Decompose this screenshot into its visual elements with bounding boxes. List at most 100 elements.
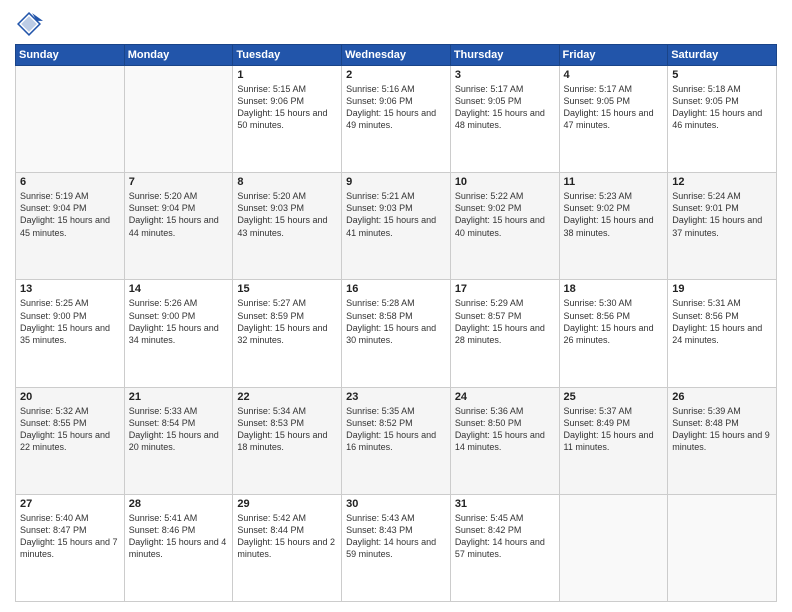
day-number: 13 [20, 283, 120, 295]
page: SundayMondayTuesdayWednesdayThursdayFrid… [0, 0, 792, 612]
calendar-cell: 25 Sunrise: 5:37 AMSunset: 8:49 PMDayligh… [559, 387, 668, 494]
weekday-header-monday: Monday [124, 45, 233, 66]
day-number: 23 [346, 391, 446, 403]
week-row-5: 27 Sunrise: 5:40 AMSunset: 8:47 PMDayligh… [16, 494, 777, 601]
day-number: 1 [237, 69, 337, 81]
day-number: 16 [346, 283, 446, 295]
calendar-cell: 16 Sunrise: 5:28 AMSunset: 8:58 PMDayligh… [342, 280, 451, 387]
cell-info: Sunrise: 5:19 AMSunset: 9:04 PMDaylight:… [20, 190, 120, 239]
calendar-cell: 20 Sunrise: 5:32 AMSunset: 8:55 PMDayligh… [16, 387, 125, 494]
day-number: 2 [346, 69, 446, 81]
week-row-2: 6Sunrise: 5:19 AMSunset: 9:04 PMDaylight… [16, 173, 777, 280]
calendar-cell [559, 494, 668, 601]
day-number: 27 [20, 498, 120, 510]
calendar: SundayMondayTuesdayWednesdayThursdayFrid… [15, 44, 777, 602]
calendar-cell: 3Sunrise: 5:17 AMSunset: 9:05 PMDaylight… [450, 66, 559, 173]
week-row-4: 20 Sunrise: 5:32 AMSunset: 8:55 PMDayligh… [16, 387, 777, 494]
calendar-cell: 15Sunrise: 5:27 AMSunset: 8:59 PMDayligh… [233, 280, 342, 387]
day-number: 18 [564, 283, 664, 295]
calendar-cell: 17Sunrise: 5:29 AMSunset: 8:57 PMDayligh… [450, 280, 559, 387]
cell-info: Sunrise: 5:29 AMSunset: 8:57 PMDaylight:… [455, 297, 555, 346]
calendar-cell: 30 Sunrise: 5:43 AMSunset: 8:43 PMDayligh… [342, 494, 451, 601]
calendar-cell: 13Sunrise: 5:25 AMSunset: 9:00 PMDayligh… [16, 280, 125, 387]
header [15, 10, 777, 38]
calendar-cell [668, 494, 777, 601]
calendar-cell [16, 66, 125, 173]
cell-info: Sunrise: 5:31 AMSunset: 8:56 PMDaylight:… [672, 297, 772, 346]
day-number: 4 [564, 69, 664, 81]
calendar-cell: 27 Sunrise: 5:40 AMSunset: 8:47 PMDayligh… [16, 494, 125, 601]
day-number: 21 [129, 391, 229, 403]
day-number: 10 [455, 176, 555, 188]
weekday-header-friday: Friday [559, 45, 668, 66]
calendar-cell: 6Sunrise: 5:19 AMSunset: 9:04 PMDaylight… [16, 173, 125, 280]
cell-info: Sunrise: 5:45 AMSunset: 8:42 PMDaylight:… [455, 512, 555, 561]
cell-info: Sunrise: 5:16 AMSunset: 9:06 PMDaylight:… [346, 83, 446, 132]
day-number: 30 [346, 498, 446, 510]
day-number: 15 [237, 283, 337, 295]
cell-info: Sunrise: 5:22 AMSunset: 9:02 PMDaylight:… [455, 190, 555, 239]
day-number: 11 [564, 176, 664, 188]
logo [15, 10, 45, 38]
cell-info: Sunrise: 5:20 AMSunset: 9:04 PMDaylight:… [129, 190, 229, 239]
day-number: 9 [346, 176, 446, 188]
day-number: 12 [672, 176, 772, 188]
weekday-header-wednesday: Wednesday [342, 45, 451, 66]
calendar-cell: 26 Sunrise: 5:39 AMSunset: 8:48 PMDayligh… [668, 387, 777, 494]
calendar-cell: 28 Sunrise: 5:41 AMSunset: 8:46 PMDayligh… [124, 494, 233, 601]
weekday-header-tuesday: Tuesday [233, 45, 342, 66]
calendar-cell: 1Sunrise: 5:15 AMSunset: 9:06 PMDaylight… [233, 66, 342, 173]
calendar-cell [124, 66, 233, 173]
calendar-cell: 4 Sunrise: 5:17 AMSunset: 9:05 PMDaylight… [559, 66, 668, 173]
day-number: 28 [129, 498, 229, 510]
weekday-header-saturday: Saturday [668, 45, 777, 66]
logo-icon [15, 10, 43, 38]
calendar-cell: 11 Sunrise: 5:23 AMSunset: 9:02 PMDayligh… [559, 173, 668, 280]
cell-info: Sunrise: 5:28 AMSunset: 8:58 PMDaylight:… [346, 297, 446, 346]
weekday-header-sunday: Sunday [16, 45, 125, 66]
cell-info: Sunrise: 5:40 AMSunset: 8:47 PMDaylight:… [20, 512, 120, 561]
calendar-cell: 10 Sunrise: 5:22 AMSunset: 9:02 PMDayligh… [450, 173, 559, 280]
day-number: 14 [129, 283, 229, 295]
cell-info: Sunrise: 5:37 AMSunset: 8:49 PMDaylight:… [564, 405, 664, 454]
calendar-cell: 19 Sunrise: 5:31 AMSunset: 8:56 PMDayligh… [668, 280, 777, 387]
cell-info: Sunrise: 5:21 AMSunset: 9:03 PMDaylight:… [346, 190, 446, 239]
cell-info: Sunrise: 5:41 AMSunset: 8:46 PMDaylight:… [129, 512, 229, 561]
weekday-header-thursday: Thursday [450, 45, 559, 66]
calendar-cell: 23 Sunrise: 5:35 AMSunset: 8:52 PMDayligh… [342, 387, 451, 494]
cell-info: Sunrise: 5:42 AMSunset: 8:44 PMDaylight:… [237, 512, 337, 561]
cell-info: Sunrise: 5:18 AMSunset: 9:05 PMDaylight:… [672, 83, 772, 132]
week-row-1: 1Sunrise: 5:15 AMSunset: 9:06 PMDaylight… [16, 66, 777, 173]
cell-info: Sunrise: 5:32 AMSunset: 8:55 PMDaylight:… [20, 405, 120, 454]
cell-info: Sunrise: 5:36 AMSunset: 8:50 PMDaylight:… [455, 405, 555, 454]
day-number: 8 [237, 176, 337, 188]
cell-info: Sunrise: 5:17 AMSunset: 9:05 PMDaylight:… [564, 83, 664, 132]
week-row-3: 13Sunrise: 5:25 AMSunset: 9:00 PMDayligh… [16, 280, 777, 387]
calendar-cell: 22Sunrise: 5:34 AMSunset: 8:53 PMDayligh… [233, 387, 342, 494]
cell-info: Sunrise: 5:39 AMSunset: 8:48 PMDaylight:… [672, 405, 772, 454]
day-number: 20 [20, 391, 120, 403]
cell-info: Sunrise: 5:24 AMSunset: 9:01 PMDaylight:… [672, 190, 772, 239]
calendar-cell: 12 Sunrise: 5:24 AMSunset: 9:01 PMDayligh… [668, 173, 777, 280]
day-number: 3 [455, 69, 555, 81]
day-number: 24 [455, 391, 555, 403]
day-number: 26 [672, 391, 772, 403]
header-row: SundayMondayTuesdayWednesdayThursdayFrid… [16, 45, 777, 66]
calendar-cell: 14 Sunrise: 5:26 AMSunset: 9:00 PMDayligh… [124, 280, 233, 387]
cell-info: Sunrise: 5:20 AMSunset: 9:03 PMDaylight:… [237, 190, 337, 239]
cell-info: Sunrise: 5:30 AMSunset: 8:56 PMDaylight:… [564, 297, 664, 346]
calendar-cell: 29 Sunrise: 5:42 AMSunset: 8:44 PMDayligh… [233, 494, 342, 601]
cell-info: Sunrise: 5:23 AMSunset: 9:02 PMDaylight:… [564, 190, 664, 239]
day-number: 22 [237, 391, 337, 403]
calendar-cell: 18 Sunrise: 5:30 AMSunset: 8:56 PMDayligh… [559, 280, 668, 387]
cell-info: Sunrise: 5:35 AMSunset: 8:52 PMDaylight:… [346, 405, 446, 454]
calendar-cell: 31Sunrise: 5:45 AMSunset: 8:42 PMDayligh… [450, 494, 559, 601]
cell-info: Sunrise: 5:26 AMSunset: 9:00 PMDaylight:… [129, 297, 229, 346]
day-number: 25 [564, 391, 664, 403]
calendar-cell: 21Sunrise: 5:33 AMSunset: 8:54 PMDayligh… [124, 387, 233, 494]
day-number: 29 [237, 498, 337, 510]
day-number: 19 [672, 283, 772, 295]
cell-info: Sunrise: 5:43 AMSunset: 8:43 PMDaylight:… [346, 512, 446, 561]
calendar-cell: 7Sunrise: 5:20 AMSunset: 9:04 PMDaylight… [124, 173, 233, 280]
calendar-cell: 9 Sunrise: 5:21 AMSunset: 9:03 PMDaylight… [342, 173, 451, 280]
